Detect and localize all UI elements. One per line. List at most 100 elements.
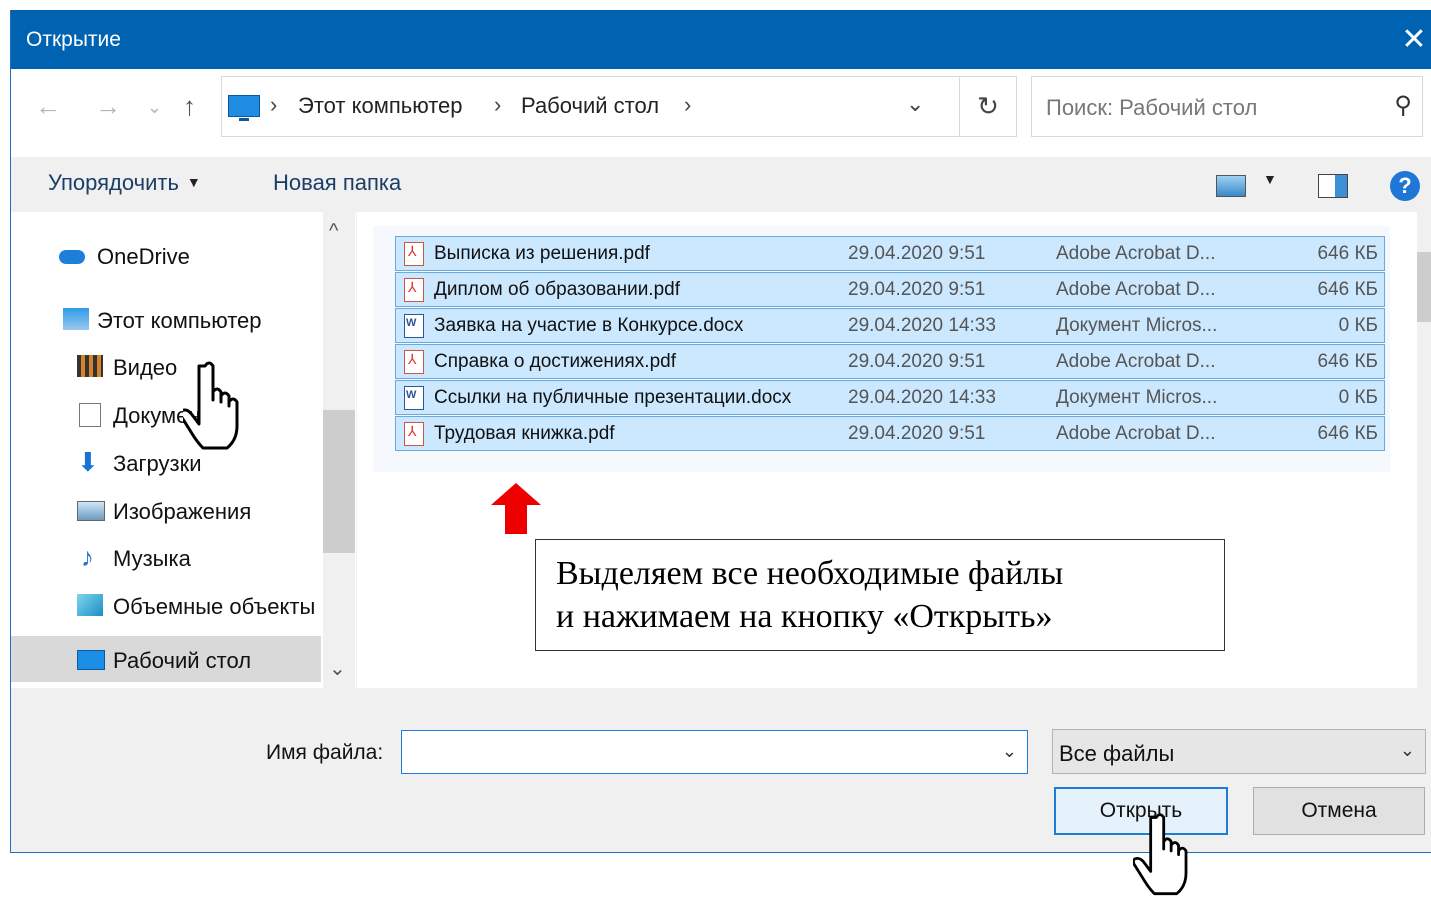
cancel-button[interactable]: Отмена — [1253, 787, 1425, 835]
navigation-bar: ← → ⌄ ↑ › Этот компьютер › Рабочий стол … — [11, 69, 1431, 157]
title-bar: Открытие ✕ — [11, 10, 1431, 69]
sidebar-item-video[interactable]: Видео — [11, 343, 321, 389]
file-row[interactable]: Трудовая книжка.pdf 29.04.2020 9:51 Adob… — [395, 416, 1385, 451]
pdf-file-icon — [404, 278, 424, 302]
change-view-icon[interactable] — [1216, 175, 1246, 197]
pdf-file-icon — [404, 422, 424, 446]
filename-label: Имя файла: — [266, 741, 384, 764]
file-name: Выписка из решения.pdf — [434, 243, 650, 264]
file-type-select[interactable]: Все файлы ⌄ — [1052, 729, 1426, 774]
file-size: 646 КБ — [1317, 351, 1378, 372]
breadcrumb-separator: › — [494, 92, 502, 117]
file-size: 0 КБ — [1338, 387, 1378, 408]
file-list-block: Выписка из решения.pdf 29.04.2020 9:51 A… — [373, 226, 1390, 472]
close-icon[interactable]: ✕ — [1396, 20, 1431, 60]
organize-label: Упорядочить — [48, 170, 179, 195]
search-placeholder: Поиск: Рабочий стол — [1046, 95, 1258, 120]
refresh-icon[interactable]: ↻ — [959, 77, 1016, 136]
pdf-file-icon — [404, 242, 424, 266]
sidebar-item-label: Рабочий стол — [113, 648, 252, 673]
forward-arrow-icon[interactable]: → — [95, 91, 121, 122]
red-up-arrow-icon — [491, 483, 541, 505]
file-size: 0 КБ — [1338, 315, 1378, 336]
new-folder-button[interactable]: Новая папка — [273, 170, 401, 196]
search-icon: ⚲ — [1394, 92, 1412, 119]
file-type: Adobe Acrobat D... — [1056, 423, 1216, 444]
up-arrow-icon[interactable]: ↑ — [183, 91, 196, 122]
preview-pane-icon[interactable] — [1318, 174, 1348, 198]
pictures-icon — [77, 501, 105, 521]
instruction-line-1: Выделяем все необходимые файлы — [556, 555, 1064, 592]
file-date: 29.04.2020 9:51 — [848, 351, 986, 372]
hand-pointer-cursor-icon — [1133, 813, 1188, 896]
sidebar-item-onedrive[interactable]: OneDrive — [11, 232, 321, 278]
file-name: Справка о достижениях.pdf — [434, 351, 676, 372]
word-file-icon — [404, 314, 424, 338]
hand-pointer-cursor-icon — [183, 361, 239, 450]
dialog-title: Открытие — [26, 28, 121, 51]
address-bar[interactable]: › Этот компьютер › Рабочий стол › ⌄ ↻ — [221, 76, 1017, 137]
file-date: 29.04.2020 9:51 — [848, 243, 986, 264]
help-icon[interactable]: ? — [1390, 171, 1420, 201]
computer-icon — [63, 308, 89, 330]
file-type: Документ Micros... — [1056, 315, 1218, 336]
sidebar-item-pictures[interactable]: Изображения — [11, 487, 321, 533]
file-type: Adobe Acrobat D... — [1056, 351, 1216, 372]
file-date: 29.04.2020 9:51 — [848, 279, 986, 300]
pdf-file-icon — [404, 350, 424, 374]
sidebar-item-documents[interactable]: Документы — [11, 391, 321, 437]
sidebar-item-label: Музыка — [113, 546, 191, 571]
sidebar-item-downloads[interactable]: ⬇ Загрузки — [11, 439, 321, 485]
sidebar-item-label: Объемные объекты — [113, 594, 316, 619]
sidebar-item-3d-objects[interactable]: Объемные объекты — [11, 582, 321, 628]
file-size: 646 КБ — [1317, 243, 1378, 264]
computer-icon — [228, 95, 260, 121]
word-file-icon — [404, 386, 424, 410]
address-dropdown-chevron-icon[interactable]: ⌄ — [906, 91, 924, 117]
downloads-icon: ⬇ — [77, 447, 99, 477]
file-name: Диплом об образовании.pdf — [434, 279, 680, 300]
filename-input[interactable]: ⌄ — [401, 730, 1028, 774]
breadcrumb-separator: › — [270, 92, 278, 117]
file-type: Adobe Acrobat D... — [1056, 279, 1216, 300]
breadcrumb-separator[interactable]: › — [684, 92, 691, 118]
sidebar-item-label: Видео — [113, 355, 178, 380]
desktop-icon — [77, 650, 105, 670]
file-row[interactable]: Заявка на участие в Конкурсе.docx 29.04.… — [395, 308, 1385, 343]
recent-locations-chevron-icon[interactable]: ⌄ — [147, 97, 162, 118]
music-icon: ♪ — [81, 542, 94, 572]
sidebar-item-this-pc[interactable]: Этот компьютер — [11, 296, 321, 342]
instruction-callout: Выделяем все необходимые файлы и нажимае… — [535, 539, 1225, 651]
view-options-caret-icon[interactable]: ▼ — [1263, 171, 1277, 187]
scroll-down-chevron-icon[interactable]: ⌄ — [329, 656, 346, 681]
file-size: 646 КБ — [1317, 423, 1378, 444]
documents-icon — [79, 403, 101, 427]
chevron-down-icon: ⌄ — [1399, 740, 1415, 760]
file-type: Adobe Acrobat D... — [1056, 243, 1216, 264]
file-size: 646 КБ — [1317, 279, 1378, 300]
breadcrumb-desktop[interactable]: Рабочий стол — [521, 93, 659, 119]
sidebar-scroll-thumb[interactable] — [323, 410, 355, 553]
organize-button[interactable]: Упорядочить ▼ — [48, 170, 201, 196]
file-list-scrollbar[interactable] — [1417, 212, 1431, 688]
sidebar-item-label: OneDrive — [97, 244, 190, 269]
file-name: Трудовая книжка.pdf — [434, 423, 615, 444]
search-box[interactable]: Поиск: Рабочий стол ⚲ — [1031, 76, 1423, 137]
sidebar-item-desktop[interactable]: Рабочий стол — [11, 636, 321, 682]
file-name: Ссылки на публичные презентации.docx — [434, 387, 792, 408]
command-toolbar: Упорядочить ▼ Новая папка ▼ ? — [11, 157, 1431, 212]
file-row[interactable]: Выписка из решения.pdf 29.04.2020 9:51 A… — [395, 236, 1385, 271]
file-type: Документ Micros... — [1056, 387, 1218, 408]
breadcrumb-this-pc[interactable]: Этот компьютер — [298, 93, 463, 119]
back-arrow-icon[interactable]: ← — [35, 91, 61, 122]
file-date: 29.04.2020 9:51 — [848, 423, 986, 444]
sidebar-item-label: Изображения — [113, 499, 252, 524]
filename-history-chevron-icon[interactable]: ⌄ — [1002, 741, 1017, 762]
onedrive-cloud-icon — [59, 250, 85, 264]
file-row[interactable]: Ссылки на публичные презентации.docx 29.… — [395, 380, 1385, 415]
file-row[interactable]: Диплом об образовании.pdf 29.04.2020 9:5… — [395, 272, 1385, 307]
file-list-scroll-thumb[interactable] — [1417, 252, 1431, 322]
scroll-up-chevron-icon[interactable]: ^ — [329, 220, 338, 243]
file-row[interactable]: Справка о достижениях.pdf 29.04.2020 9:5… — [395, 344, 1385, 379]
sidebar-item-music[interactable]: ♪ Музыка — [11, 534, 321, 580]
